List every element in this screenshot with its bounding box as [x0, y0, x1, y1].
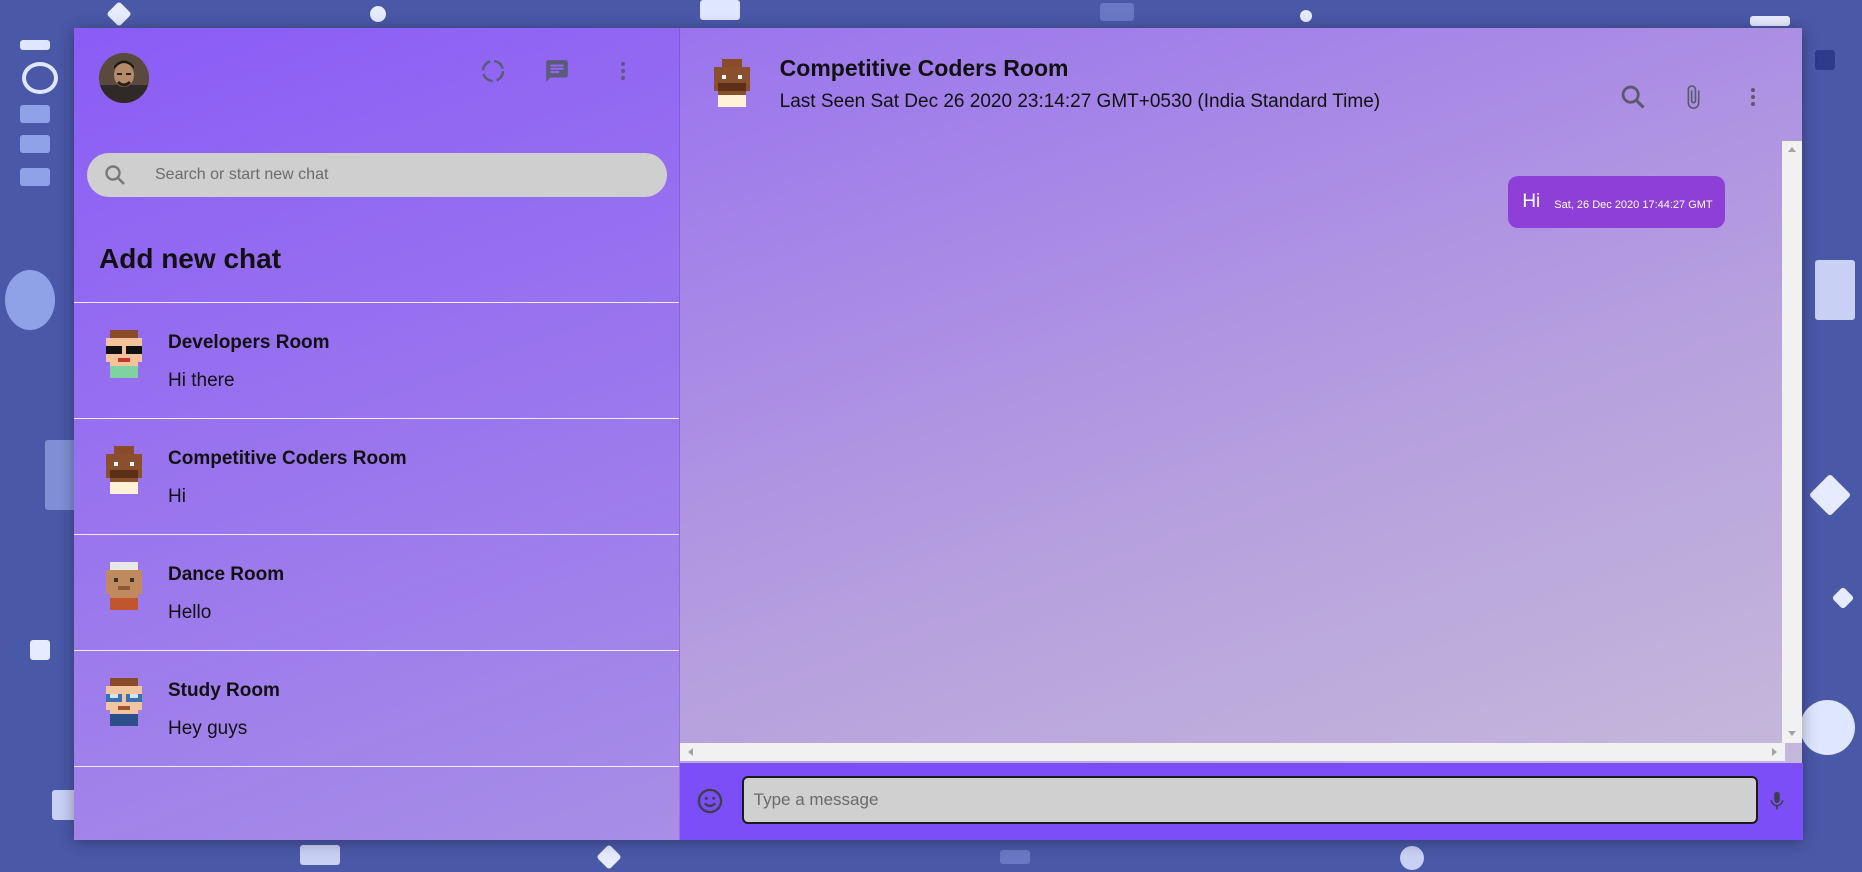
chat-item-last-message: Hey guys	[168, 718, 248, 739]
scroll-right-arrow[interactable]	[1771, 748, 1777, 756]
message-text: Hi	[1522, 191, 1541, 212]
message-timestamp: Sat, 26 Dec 2020 17:44:27 GMT	[1554, 199, 1713, 211]
message-bubble-sent: Hi Sat, 26 Dec 2020 17:44:27 GMT	[1508, 176, 1725, 228]
chat-panel: Competitive Coders Room Last Seen Sat De…	[679, 28, 1803, 840]
room-avatar	[102, 678, 146, 726]
chat-icon[interactable]	[542, 56, 572, 86]
attach-icon[interactable]	[1678, 82, 1708, 112]
chat-app-window: Add new chat Developers Room Hi there	[74, 28, 1803, 840]
mic-icon[interactable]	[1762, 785, 1792, 817]
chat-item-last-message: Hello	[168, 602, 212, 623]
chat-item-last-message: Hi	[168, 486, 186, 507]
chat-header: Competitive Coders Room Last Seen Sat De…	[680, 28, 1802, 138]
search-input[interactable]	[143, 165, 667, 185]
sidebar: Add new chat Developers Room Hi there	[74, 28, 680, 840]
message-composer	[679, 763, 1803, 840]
room-title: Competitive Coders Room	[779, 55, 1069, 81]
message-area: Hi Sat, 26 Dec 2020 17:44:27 GMT	[680, 138, 1783, 770]
chat-item-name: Developers Room	[168, 332, 330, 353]
search-icon	[87, 163, 143, 187]
chat-item-name: Dance Room	[168, 564, 285, 585]
chat-item-last-message: Hi there	[168, 370, 235, 391]
search-icon[interactable]	[1618, 82, 1648, 112]
emoji-icon[interactable]	[694, 785, 726, 817]
chat-item-dance-room[interactable]: Dance Room Hello	[74, 534, 679, 650]
search-bar	[87, 153, 667, 197]
room-avatar	[102, 330, 146, 378]
room-avatar	[710, 58, 754, 108]
vertical-scrollbar[interactable]	[1782, 141, 1802, 743]
horizontal-scrollbar[interactable]	[679, 743, 1785, 761]
user-avatar[interactable]	[99, 53, 149, 103]
add-new-chat-button[interactable]: Add new chat	[99, 243, 281, 275]
chat-item-study-room[interactable]: Study Room Hey guys	[74, 650, 679, 767]
chat-item-name: Study Room	[168, 680, 280, 701]
chat-item-developers-room[interactable]: Developers Room Hi there	[74, 302, 679, 418]
chat-item-name: Competitive Coders Room	[168, 448, 407, 469]
scroll-left-arrow[interactable]	[687, 748, 693, 756]
sidebar-header	[74, 28, 679, 138]
last-seen-text: Last Seen Sat Dec 26 2020 23:14:27 GMT+0…	[779, 91, 1381, 112]
chat-item-competitive-coders-room[interactable]: Competitive Coders Room Hi	[74, 418, 679, 534]
chat-list: Developers Room Hi there Competitive Cod…	[74, 302, 679, 767]
scroll-down-arrow[interactable]	[1788, 731, 1796, 736]
more-vert-icon[interactable]	[608, 56, 638, 86]
room-avatar	[102, 562, 146, 610]
status-icon[interactable]	[478, 56, 508, 86]
message-input[interactable]	[741, 776, 1758, 824]
room-avatar	[102, 446, 146, 494]
more-vert-icon[interactable]	[1738, 82, 1768, 112]
scroll-up-arrow[interactable]	[1788, 147, 1796, 152]
